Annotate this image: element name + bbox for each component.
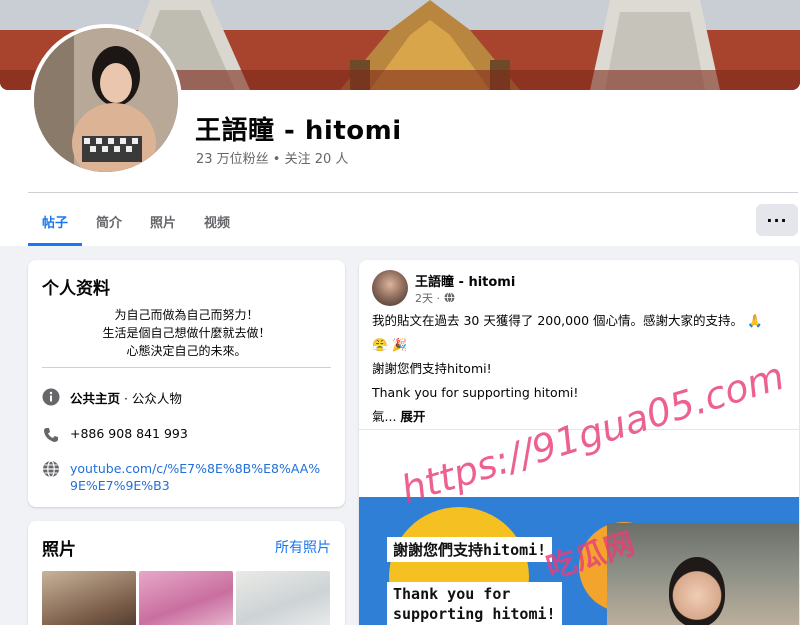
photo-thumbnail[interactable] [139, 571, 233, 625]
post-timestamp[interactable]: 2天 · [415, 290, 455, 306]
person-portrait [669, 557, 725, 625]
tab-photos[interactable]: 照片 [136, 196, 190, 246]
photo-thumbnail[interactable] [42, 571, 136, 625]
info-icon [42, 388, 60, 406]
intro-card: 个人资料 为自己而做為自己而努力！ 生活是個自己想做什麼就去做！ 心態決定自己的… [28, 260, 345, 507]
tab-about[interactable]: 简介 [82, 196, 136, 246]
header-divider [28, 192, 798, 193]
photo-thumbnail[interactable] [236, 571, 330, 625]
tab-videos[interactable]: 视频 [190, 196, 244, 246]
link-row: youtube.com/c/%E7%8E%8B%E8%AA%9E%E7%9E%B… [42, 460, 328, 494]
tab-posts[interactable]: 帖子 [28, 196, 83, 246]
intro-title: 个人资料 [42, 279, 110, 299]
globe-icon [443, 292, 455, 303]
post-line: 我的貼文在過去 30 天獲得了 200,000 個心情。感謝大家的支持。 🙏 [372, 313, 763, 328]
avatar-portrait [34, 28, 178, 172]
post-author-avatar[interactable] [372, 270, 408, 306]
intro-divider [42, 367, 331, 368]
category-label: 公共主页 [70, 391, 121, 406]
phone-number[interactable]: +886 908 841 993 [70, 426, 188, 441]
bio-line: 心態決定自己的未來。 [126, 344, 247, 358]
globe-icon [43, 460, 59, 478]
post-line: 😤 🎉 [372, 337, 408, 352]
bio-line: 生活是個自己想做什麼就去做！ [102, 326, 271, 340]
profile-stats[interactable]: 23 万位粉丝 • 关注 20 人 [196, 148, 348, 167]
more-options-button[interactable]: ··· [756, 204, 798, 236]
post-truncated-text: 氣... [372, 409, 397, 424]
post-author-name[interactable]: 王語瞳 - hitomi [415, 271, 515, 290]
photos-card: 照片 所有照片 [28, 521, 345, 625]
bio: 为自己而做為自己而努力！ 生活是個自己想做什麼就去做！ 心態決定自己的未來。 [42, 306, 331, 360]
phone-row: +886 908 841 993 [42, 426, 188, 444]
category-value: · 公众人物 [120, 391, 182, 406]
phone-icon [44, 428, 58, 442]
profile-name: 王語瞳 - hitomi [195, 116, 402, 146]
all-photos-link[interactable]: 所有照片 [275, 537, 331, 557]
image-caption-line: Thank you for [393, 585, 511, 603]
see-more-link[interactable]: 展开 [400, 409, 425, 424]
category-row: 公共主页 · 公众人物 [42, 388, 182, 407]
photos-title: 照片 [42, 540, 76, 560]
profile-header: 王語瞳 - hitomi 23 万位粉丝 • 关注 20 人 帖子 简介 照片 … [0, 0, 800, 246]
profile-avatar[interactable] [30, 24, 182, 176]
website-link[interactable]: youtube.com/c/%E7%8E%8B%E8%AA%9E%E7%9E%B… [70, 460, 328, 494]
image-caption-english: Thank you for supporting hitomi! [387, 582, 562, 625]
image-caption-line: supporting hitomi! [393, 605, 556, 623]
image-caption: 謝謝您們支持hitomi! [387, 537, 553, 562]
profile-tabs: 帖子 简介 照片 视频 [28, 196, 244, 246]
post-time-text: 2天 · [415, 292, 440, 305]
bio-line: 为自己而做為自己而努力！ [114, 308, 259, 322]
